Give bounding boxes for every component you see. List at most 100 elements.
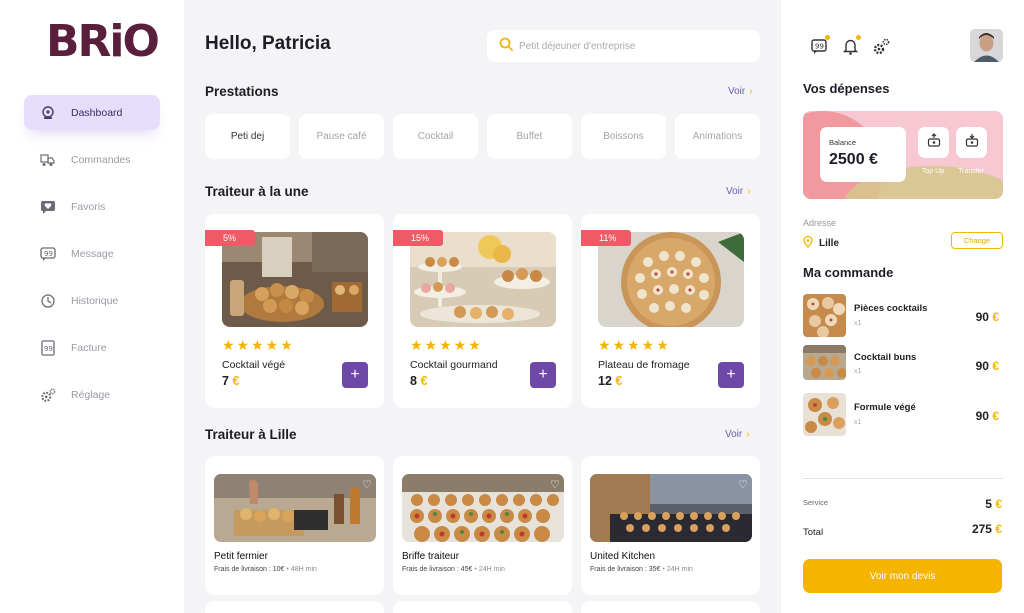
delivery-fee: Frais de livraison : 35€ <box>590 566 661 573</box>
restaurant-card[interactable] <box>581 601 760 613</box>
featured-title: Traiteur à la une <box>205 184 309 199</box>
separator-dot: • <box>474 566 477 573</box>
search-input[interactable] <box>519 40 739 52</box>
svg-text:99: 99 <box>44 250 53 258</box>
chip-boissons[interactable]: Boissons <box>581 114 666 159</box>
restaurant-name: Briffe traiteur <box>402 551 460 562</box>
delivery-fee: Frais de livraison : 10€ <box>214 566 285 573</box>
restaurant-name: Petit fermier <box>214 551 268 562</box>
product-card[interactable]: 15% ★★★★★ Cocktail gourmand 8 € + <box>393 214 572 408</box>
chevron-right-icon: › <box>746 429 750 440</box>
dashboard-icon <box>40 105 56 121</box>
more-restaurant-cards <box>205 601 760 613</box>
price-value: 7 <box>222 374 229 388</box>
product-name: Plateau de fromage <box>598 359 690 371</box>
chip-cocktail[interactable]: Cocktail <box>393 114 478 159</box>
add-to-cart-button[interactable]: + <box>530 362 556 388</box>
favorite-heart-icon[interactable]: ♡ <box>738 478 748 491</box>
restaurant-card[interactable]: ♡ United Kitchen Frais de livraison : 35… <box>581 456 760 595</box>
restaurant-card[interactable]: ♡ Briffe traiteur Frais de livraison : 4… <box>393 456 572 595</box>
currency-symbol: € <box>615 374 623 388</box>
featured-see-all[interactable]: Voir › <box>726 186 751 197</box>
prestations-see-all[interactable]: Voir › <box>728 86 753 97</box>
product-price: 8 € <box>410 374 427 388</box>
currency-symbol: € <box>995 497 1002 511</box>
separator-dot: • <box>286 566 289 573</box>
favorite-heart-icon[interactable]: ♡ <box>550 478 560 491</box>
total-value: 275 € <box>972 522 1002 536</box>
avatar[interactable] <box>970 29 1003 62</box>
price-value: 90 <box>975 409 989 423</box>
sidebar-item-historique[interactable]: Historique <box>24 283 160 318</box>
plus-icon: + <box>350 366 360 383</box>
sidebar-item-message[interactable]: 99 Message <box>24 236 160 271</box>
restaurant-name: United Kitchen <box>590 551 656 562</box>
prestations-chips: Peti dej Pause café Cocktail Buffet Bois… <box>205 114 760 159</box>
prestations-title: Prestations <box>205 84 279 99</box>
chip-pause-cafe[interactable]: Pause café <box>299 114 384 159</box>
sidebar-item-facture[interactable]: 99 Facture <box>24 330 160 365</box>
product-card[interactable]: 11% ★★★★★ Plateau de fromage 12 € + <box>581 214 760 408</box>
favorite-heart-icon[interactable]: ♡ <box>362 478 372 491</box>
plus-icon: + <box>726 366 736 383</box>
restaurant-card[interactable]: ♡ Petit fermier Frais de livraison : 10€… <box>205 456 384 595</box>
chip-buffet[interactable]: Buffet <box>487 114 572 159</box>
order-item-image <box>803 393 846 436</box>
order-item-name: Cocktail buns <box>854 352 917 363</box>
order-item-image <box>803 345 846 380</box>
change-address-button[interactable]: Change <box>951 232 1003 249</box>
balance-label: Balance <box>829 138 857 147</box>
view-quote-button[interactable]: Voir mon devis <box>803 559 1002 593</box>
order-item-name: Formule végé <box>854 402 916 413</box>
address-label: Adresse <box>803 218 837 228</box>
transfer-button[interactable] <box>956 127 987 158</box>
price-value: 90 <box>975 359 989 373</box>
sidebar-item-reglage[interactable]: Réglage <box>24 377 160 412</box>
sidebar-item-label: Réglage <box>71 388 111 401</box>
price-value: 8 <box>410 374 417 388</box>
brio-logo[interactable]: BRiO <box>46 16 160 67</box>
delivery-fee: Frais de livraison : 45€ <box>402 566 473 573</box>
restaurant-card[interactable] <box>393 601 572 613</box>
product-card[interactable]: 5% ★★★★★ Cocktail végé 7 € + <box>205 214 384 408</box>
top-up-button[interactable] <box>918 127 949 158</box>
discount-badge: 5% <box>205 230 255 246</box>
service-value: 5 € <box>985 497 1002 511</box>
order-item-image <box>803 294 846 337</box>
add-to-cart-button[interactable]: + <box>342 362 368 388</box>
restaurant-delivery-info: Frais de livraison : 35€ • 24H min <box>590 566 693 573</box>
amount: 5 <box>985 497 992 511</box>
order-item[interactable]: Formule végé x1 90 € <box>803 393 1003 437</box>
sidebar-item-label: Dashboard <box>71 106 123 119</box>
local-see-all[interactable]: Voir › <box>725 429 750 440</box>
total-label: Total <box>803 527 824 538</box>
search-icon <box>499 37 513 56</box>
add-to-cart-button[interactable]: + <box>718 362 744 388</box>
gear-icon[interactable] <box>872 37 891 56</box>
notification-dot <box>856 35 861 40</box>
chip-animations[interactable]: Animations <box>675 114 760 159</box>
order-item[interactable]: Cocktail buns x1 90 € <box>803 345 1003 389</box>
chip-peti-dej[interactable]: Peti dej <box>205 114 290 159</box>
discount-badge: 15% <box>393 230 443 246</box>
message-icon: 99 <box>40 246 56 262</box>
bell-icon[interactable] <box>841 35 861 56</box>
chat-icon[interactable]: 99 <box>810 35 830 56</box>
sidebar-item-favoris[interactable]: Favoris <box>24 189 160 224</box>
search-bar[interactable] <box>487 30 760 62</box>
balance-value: 2500 € <box>829 151 878 168</box>
restaurant-delivery-info: Frais de livraison : 10€ • 48H min <box>214 566 317 573</box>
sidebar-item-dashboard[interactable]: Dashboard <box>24 95 160 130</box>
order-item[interactable]: Pièces cocktails x1 90 € <box>803 294 1003 338</box>
currency-symbol: € <box>992 359 999 373</box>
header-actions: 99 <box>810 35 891 56</box>
order-item-quantity: x1 <box>854 368 862 375</box>
restaurant-card[interactable] <box>205 601 384 613</box>
top-up-icon <box>927 133 941 152</box>
service-label: Service <box>803 498 829 507</box>
order-title: Ma commande <box>803 265 894 280</box>
notification-dot <box>825 35 830 40</box>
invoice-icon: 99 <box>40 339 56 356</box>
currency-symbol: € <box>232 374 240 388</box>
sidebar-item-commandes[interactable]: Commandes <box>24 142 160 177</box>
